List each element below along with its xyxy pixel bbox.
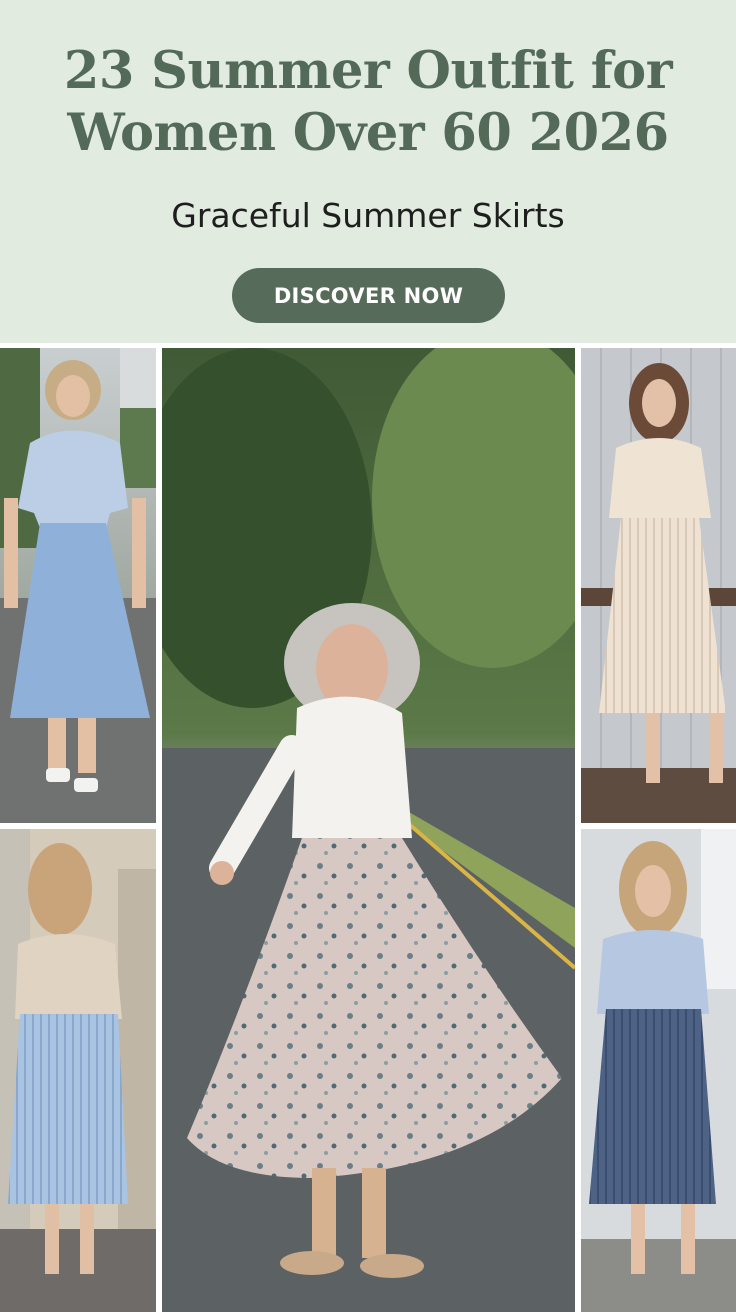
photo-cream-cardigan-pleated-skirt	[581, 348, 736, 823]
discover-now-button[interactable]: DISCOVER NOW	[232, 268, 505, 323]
photo-blue-shirt-blue-skirt	[0, 348, 156, 823]
page-title: 23 Summer Outfit for Women Over 60 2026	[0, 40, 736, 164]
header-banner: 23 Summer Outfit for Women Over 60 2026 …	[0, 0, 736, 343]
photo-white-blouse-floral-skirt	[162, 348, 575, 1312]
subtitle: Graceful Summer Skirts	[171, 196, 565, 235]
photo-blue-shirt-navy-pleated-skirt	[581, 829, 736, 1312]
title-line-2: Women Over 60 2026	[67, 103, 669, 163]
photo-beige-top-pleated-blue-skirt	[0, 829, 156, 1312]
title-line-1: 23 Summer Outfit for	[63, 41, 673, 101]
